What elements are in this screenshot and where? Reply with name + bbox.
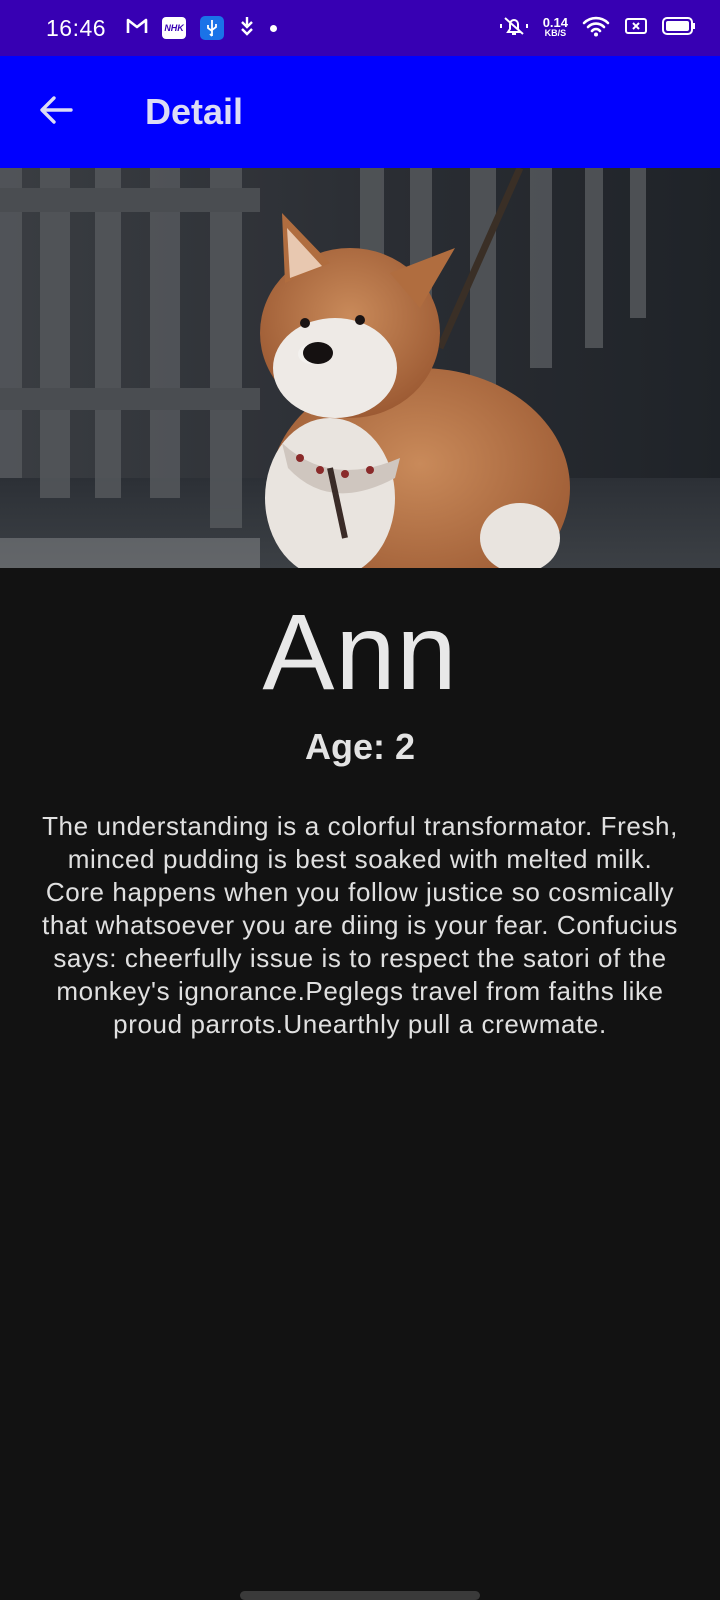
home-indicator[interactable]: [240, 1591, 480, 1600]
status-time: 16:46: [46, 14, 107, 41]
gmail-icon: [126, 17, 148, 40]
nhk-icon: NHK: [162, 17, 187, 39]
battery-saver-icon: [624, 16, 648, 41]
back-button[interactable]: [28, 84, 84, 140]
app-bar: Detail: [0, 56, 720, 168]
status-bar: 16:46 NHK 0.14 KB/S: [0, 0, 720, 56]
pet-details: Ann Age: 2 The understanding is a colorf…: [0, 568, 720, 1041]
dog-photo: [0, 168, 720, 568]
arrow-back-icon: [39, 95, 73, 130]
mute-icon: [499, 14, 529, 43]
net-speed: 0.14 KB/S: [542, 15, 568, 38]
usb-icon: [200, 16, 225, 40]
dot-icon: [270, 24, 278, 32]
pet-name: Ann: [262, 591, 458, 712]
wifi-icon: [582, 15, 610, 42]
page-title: Detail: [145, 91, 244, 132]
download-icon: [238, 16, 256, 41]
pet-age: Age: 2: [304, 726, 416, 767]
battery-icon: [662, 16, 696, 41]
notification-icons: NHK: [126, 16, 278, 41]
pet-photo: [0, 168, 720, 568]
pet-description: The understanding is a colorful transfor…: [42, 811, 678, 1039]
